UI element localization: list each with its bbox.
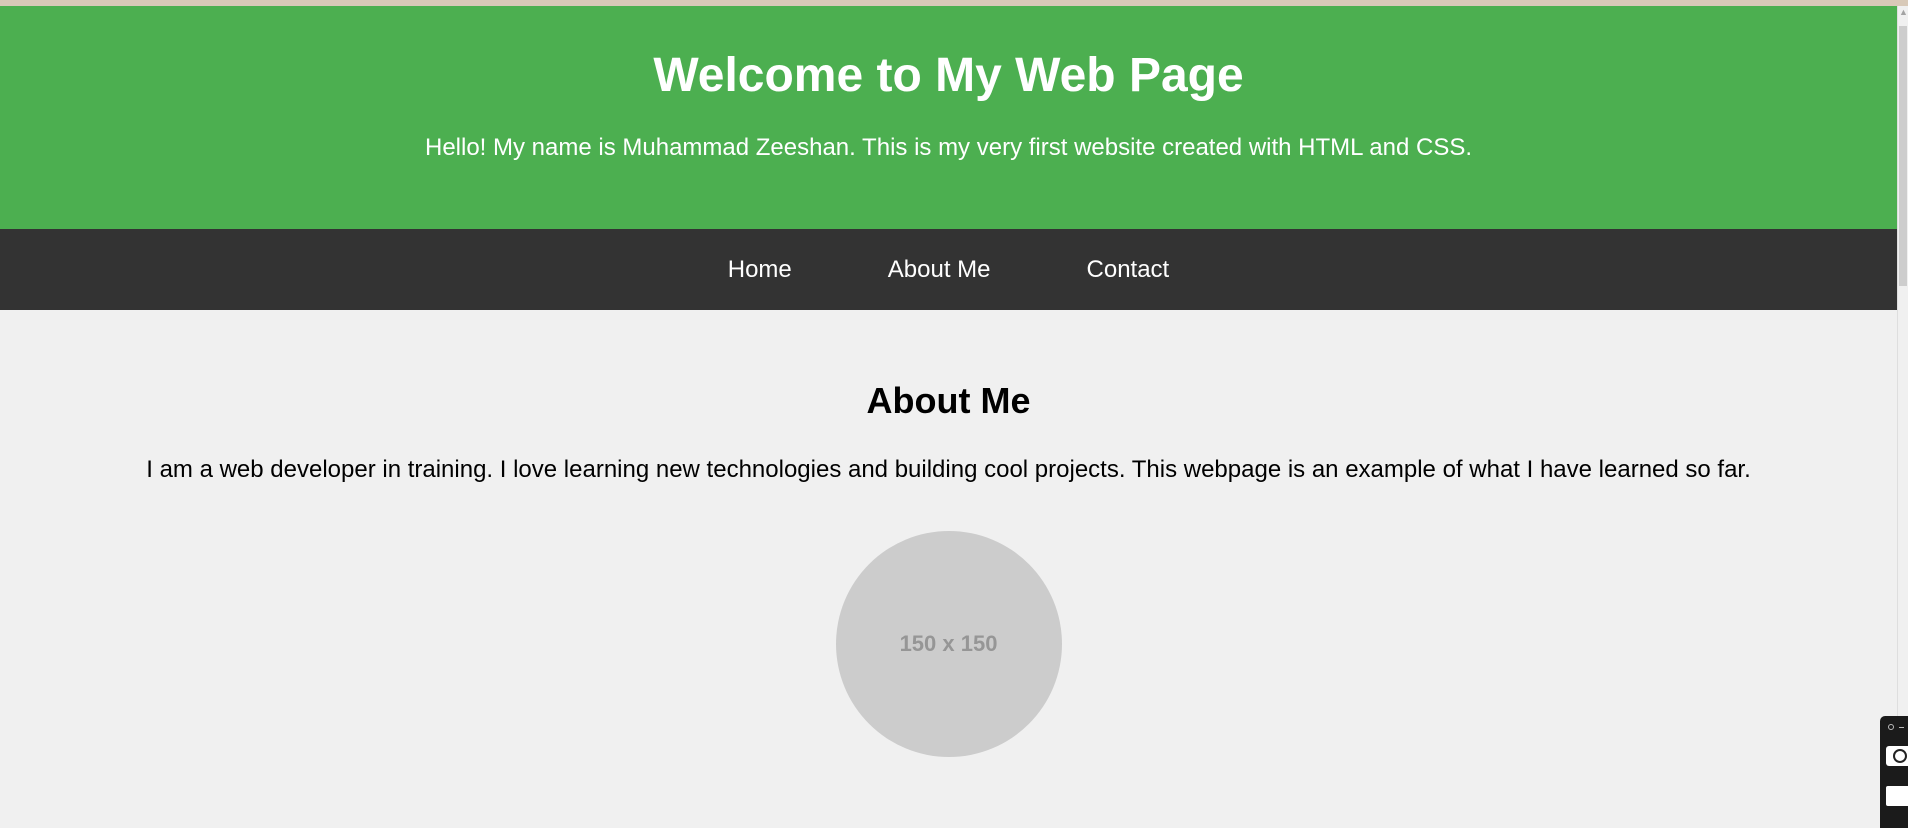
toolbar-handle-icon[interactable] (1888, 724, 1894, 730)
avatar-placeholder-image: 150 x 150 (835, 531, 1062, 757)
site-header: Welcome to My Web Page Hello! My name is… (0, 6, 1897, 229)
scroll-up-arrow-icon[interactable]: ▲ (1898, 6, 1908, 22)
nav-link-contact[interactable]: Contact (1087, 256, 1170, 284)
main-nav: Home About Me Contact (0, 229, 1897, 310)
nav-link-about-me[interactable]: About Me (888, 256, 991, 284)
toolbar-minimize-icon[interactable] (1899, 727, 1904, 728)
intro-text: Hello! My name is Muhammad Zeeshan. This… (424, 134, 1473, 161)
about-section: About Me I am a web developer in trainin… (0, 310, 1897, 757)
page-title: Welcome to My Web Page (653, 49, 1244, 102)
floating-toolbar (1880, 716, 1908, 828)
vertical-scrollbar[interactable]: ▲ (1897, 6, 1908, 828)
square-icon[interactable] (1886, 786, 1908, 806)
avatar-container: 150 x 150 (0, 485, 1897, 757)
web-page: Welcome to My Web Page Hello! My name is… (0, 6, 1897, 828)
camera-icon[interactable] (1886, 746, 1908, 766)
about-text: I am a web developer in training. I love… (146, 456, 1751, 483)
scrollbar-thumb[interactable] (1899, 26, 1907, 286)
nav-link-home[interactable]: Home (728, 256, 792, 284)
avatar-placeholder-label: 150 x 150 (899, 631, 998, 656)
browser-viewport: Welcome to My Web Page Hello! My name is… (0, 0, 1908, 828)
about-heading: About Me (866, 380, 1031, 421)
